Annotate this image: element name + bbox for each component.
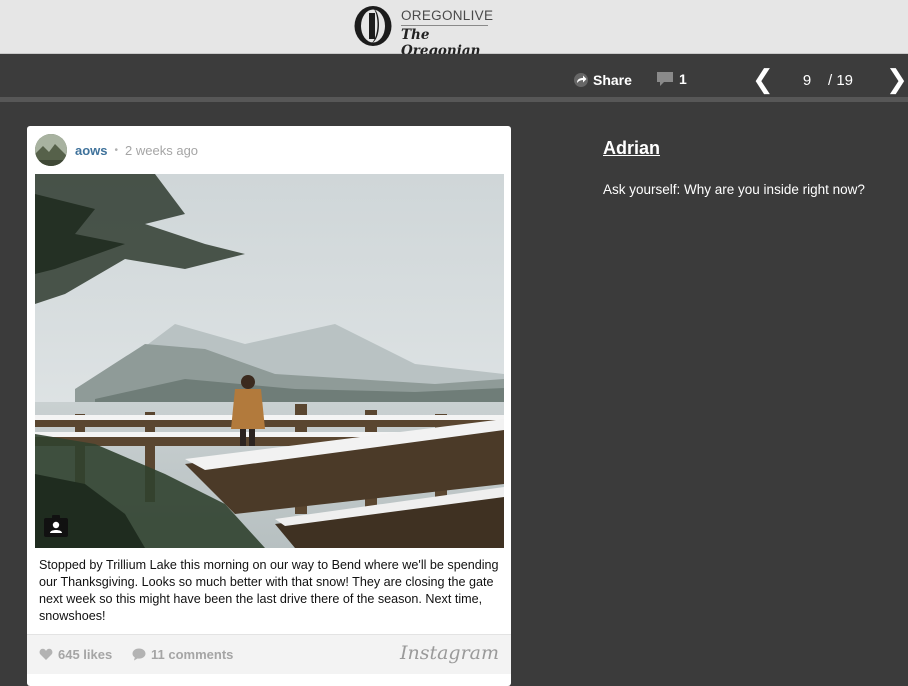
next-slide-button[interactable]: ❯ xyxy=(886,66,908,92)
gallery-toolbar: Share 1 ❮ 9 / 19 ❯ xyxy=(0,54,908,102)
instagram-wordmark[interactable]: Instagram xyxy=(400,642,499,664)
post-photo[interactable] xyxy=(35,174,504,548)
share-label: Share xyxy=(593,72,632,88)
slide-counter: 9 / 19 xyxy=(800,72,853,89)
post-header: aows • 2 weeks ago xyxy=(35,134,505,166)
lake-photo-image xyxy=(35,174,504,548)
user-tag-icon[interactable] xyxy=(43,514,69,538)
masthead: OREGONLIVE The Oregonian xyxy=(0,0,908,59)
comments-button[interactable]: 1 xyxy=(656,71,687,87)
previous-slide-button[interactable]: ❮ xyxy=(752,66,774,92)
post-timestamp[interactable]: 2 weeks ago xyxy=(125,143,198,158)
heart-icon xyxy=(39,648,53,660)
avatar-photo xyxy=(35,134,67,166)
post-footer: 645 likes 11 comments Instagram xyxy=(27,634,511,674)
site-logo[interactable]: OREGONLIVE The Oregonian xyxy=(353,5,494,59)
like-button[interactable]: 645 likes xyxy=(39,647,112,662)
share-arrow-icon xyxy=(574,73,588,87)
brand-top-text: OREGONLIVE xyxy=(401,8,494,23)
slide-title[interactable]: Adrian xyxy=(603,138,660,159)
avatar[interactable] xyxy=(35,134,67,166)
total-slides: / 19 xyxy=(828,72,854,89)
post-username[interactable]: aows xyxy=(75,143,108,158)
comment-bubble-icon xyxy=(132,648,146,661)
current-slide-number: 9 xyxy=(802,72,812,89)
comments-count: 11 comments xyxy=(151,647,234,662)
likes-count: 645 likes xyxy=(58,647,113,662)
header-separator: • xyxy=(114,144,119,156)
post-caption: Stopped by Trillium Lake this morning on… xyxy=(39,558,499,623)
brand-divider xyxy=(401,25,488,26)
oregonian-o-logo-icon xyxy=(354,6,392,46)
instagram-embed-card: aows • 2 weeks ago Stopped by Trillium L… xyxy=(27,126,511,686)
speech-bubble-icon xyxy=(657,72,673,86)
slide-description: Ask yourself: Why are you inside right n… xyxy=(603,182,865,197)
comments-link[interactable]: 11 comments xyxy=(132,647,233,662)
share-button[interactable]: Share xyxy=(573,72,632,88)
comment-count: 1 xyxy=(679,71,687,87)
